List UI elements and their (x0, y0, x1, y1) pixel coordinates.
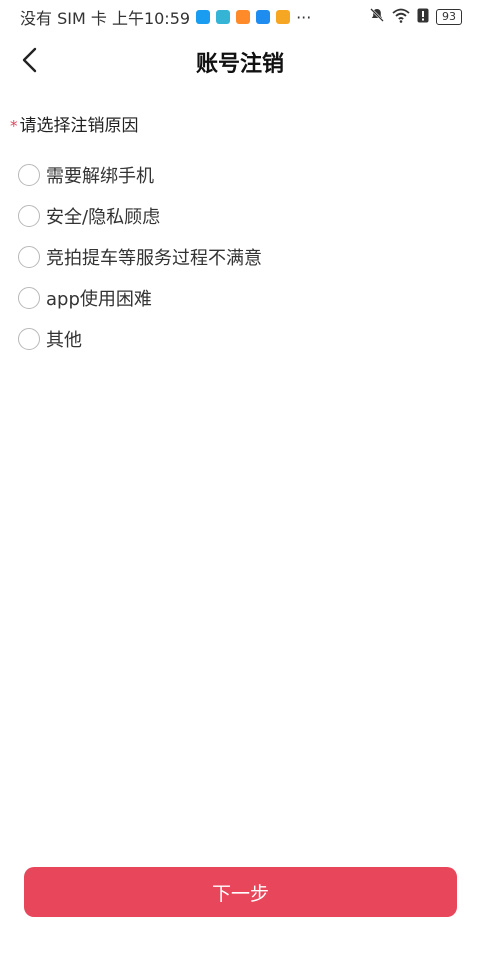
radio-button[interactable] (18, 327, 40, 350)
carrier-time-text: 没有 SIM 卡 上午10:59 (20, 9, 191, 28)
app-badge-icon-4 (256, 10, 271, 24)
reason-option-privacy[interactable]: 安全/隐私顾虑 (0, 195, 480, 236)
reason-form: * 请选择注销原因 需要解绑手机 安全/隐私顾虑 竞拍提车等服务过程不满意 app… (0, 112, 480, 359)
status-left: 没有 SIM 卡 上午10:59 ··· (20, 5, 311, 29)
next-step-button[interactable]: 下一步 (24, 867, 457, 917)
option-label: 竞拍提车等服务过程不满意 (46, 247, 262, 269)
option-label: 安全/隐私顾虑 (46, 206, 161, 228)
reason-option-app-difficult[interactable]: app使用困难 (0, 277, 480, 318)
status-right: 93 (369, 7, 462, 27)
reason-option-service-unsatisfied[interactable]: 竞拍提车等服务过程不满意 (0, 236, 480, 277)
reason-label-text: 请选择注销原因 (19, 116, 139, 136)
option-label: app使用困难 (46, 288, 152, 310)
app-badge-icon-2 (216, 10, 231, 24)
bell-off-icon (369, 7, 385, 27)
battery-icon: 93 (436, 9, 462, 25)
app-badge-icon-5 (276, 10, 291, 24)
radio-button[interactable] (18, 204, 40, 227)
header: 账号注销 (0, 40, 480, 84)
reason-option-other[interactable]: 其他 (0, 318, 480, 359)
radio-button[interactable] (18, 286, 40, 309)
screen: 没有 SIM 卡 上午10:59 ··· 93 账号注销 * 请选择注销原因 需… (0, 0, 480, 960)
option-label: 其他 (46, 329, 82, 351)
radio-button[interactable] (18, 245, 40, 268)
radio-button[interactable] (18, 163, 40, 186)
app-badge-icon-1 (196, 10, 211, 24)
chevron-left-icon (21, 47, 39, 77)
more-notifications-text: ··· (296, 7, 312, 27)
status-bar: 没有 SIM 卡 上午10:59 ··· 93 (0, 0, 480, 34)
reason-option-unbind-phone[interactable]: 需要解绑手机 (0, 154, 480, 195)
wifi-icon (392, 8, 410, 27)
reason-label: * 请选择注销原因 (0, 112, 480, 140)
back-button[interactable] (14, 46, 46, 78)
app-badge-icon-3 (236, 10, 251, 24)
alert-icon (417, 8, 429, 27)
reason-options: 需要解绑手机 安全/隐私顾虑 竞拍提车等服务过程不满意 app使用困难 其他 (0, 154, 480, 359)
required-mark: * (10, 117, 18, 135)
option-label: 需要解绑手机 (46, 165, 154, 187)
page-title: 账号注销 (195, 52, 284, 77)
